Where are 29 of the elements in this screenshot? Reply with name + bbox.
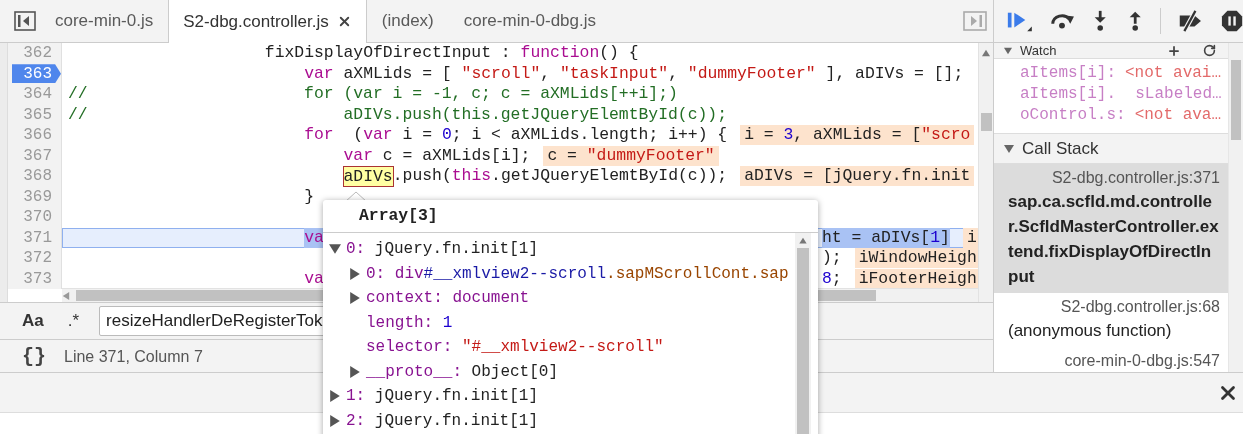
code-line: ); xyxy=(822,248,842,269)
inline-value: iFooterHeigh xyxy=(854,268,978,289)
inline-value: i = 3, aXMLids = ["scro xyxy=(740,125,975,146)
frame-location: S2-dbg.controller.js:68 xyxy=(1059,297,1220,317)
code-line: // for (var i = -1, c; c = aXMLids[++i];) xyxy=(68,84,678,105)
popover-title: Array[3] xyxy=(323,200,818,233)
inline-value: iWindowHeigh xyxy=(854,248,978,269)
code-line: // aDIVs.push(this.getJQueryElemtById(c)); xyxy=(68,104,727,125)
inline-value: aDIVs = [jQuery.fn.init xyxy=(740,166,975,187)
frame-function: (anonymous function) xyxy=(1008,320,1173,342)
code-line: va xyxy=(304,268,324,289)
property-entry: selector: "#__xmlview2--scroll" xyxy=(366,337,664,358)
frame-location: S2-dbg.controller.js:371 xyxy=(1050,168,1220,188)
code-line: aDIVs.push(this.getJQueryElemtById(c)); xyxy=(343,166,728,187)
code-line: 8; xyxy=(822,268,842,289)
code-line: } xyxy=(304,186,314,207)
frame-function: sap.ca.scfld.md.controller.ScfldMasterController.extend.fixDisplayOfDirectInput xyxy=(1008,191,1220,288)
code-line: var aXMLids = [ "scroll", "taskInput", "dummyFooter" ], aDIVs = []; xyxy=(304,63,964,84)
code-line: ht = aDIVs[1] xyxy=(822,227,950,248)
code-line: fixDisplayOfDirectInput : function() { xyxy=(264,43,639,64)
frame-location: core-min-0-dbg.js:547 xyxy=(1063,351,1220,371)
code-line: var c = aXMLids[i]; xyxy=(343,145,531,166)
watch-value: <not ava… xyxy=(1134,105,1222,126)
inline-value: c = "dummyFooter" xyxy=(543,145,719,166)
property-entry: length: 1 xyxy=(366,312,453,333)
code-line: for (var i = 0; i < aXMLids.length; i++) { xyxy=(304,125,728,146)
cursor-position: Line 371, Column 7 xyxy=(64,347,203,366)
inline-value: i xyxy=(962,227,978,248)
watch-value: <not avai… xyxy=(1125,63,1222,84)
